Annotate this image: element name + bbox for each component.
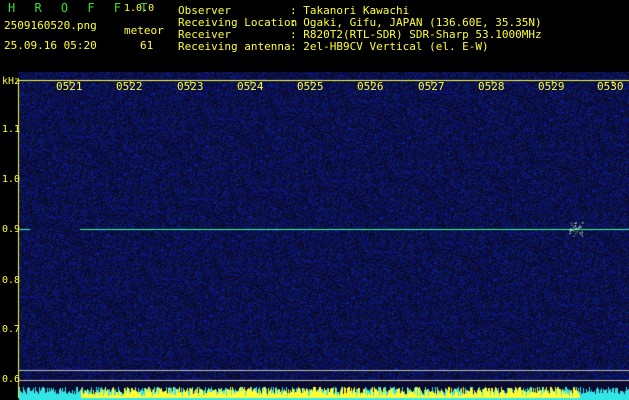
app-version: 1.0.0 <box>124 3 155 14</box>
antenna-value: : 2el-HB9CV Vertical (el. E-W) <box>290 40 489 53</box>
time-tick: 0529 <box>538 80 565 93</box>
time-tick: 0530 <box>597 80 624 93</box>
spectrogram-canvas <box>0 72 629 400</box>
time-tick: 0521 <box>56 80 83 93</box>
time-tick: 0527 <box>418 80 445 93</box>
antenna-label: Receiving antenna <box>178 40 291 53</box>
datetime: 25.09.16 05:20 <box>4 39 97 52</box>
freq-tick: 0.6 <box>2 374 21 385</box>
header-panel: H R O F F T 1.0.0 2509160520.png 25.09.1… <box>0 0 629 72</box>
meteor-count: 61 <box>140 39 154 52</box>
filename: 2509160520.png <box>4 19 97 32</box>
time-tick: 0524 <box>237 80 264 93</box>
freq-tick: 0.8 <box>2 275 21 286</box>
time-tick: 0526 <box>357 80 384 93</box>
y-unit-label: kHz <box>2 76 21 87</box>
freq-tick: 1.1 <box>2 124 21 135</box>
meteor-label: meteor <box>124 24 164 37</box>
time-tick: 0522 <box>116 80 143 93</box>
freq-tick: 0.9 <box>2 224 21 235</box>
time-tick: 0525 <box>297 80 324 93</box>
freq-tick: 1.0 <box>2 174 21 185</box>
time-tick: 0528 <box>478 80 505 93</box>
freq-tick: 0.7 <box>2 324 21 335</box>
time-tick: 0523 <box>177 80 204 93</box>
